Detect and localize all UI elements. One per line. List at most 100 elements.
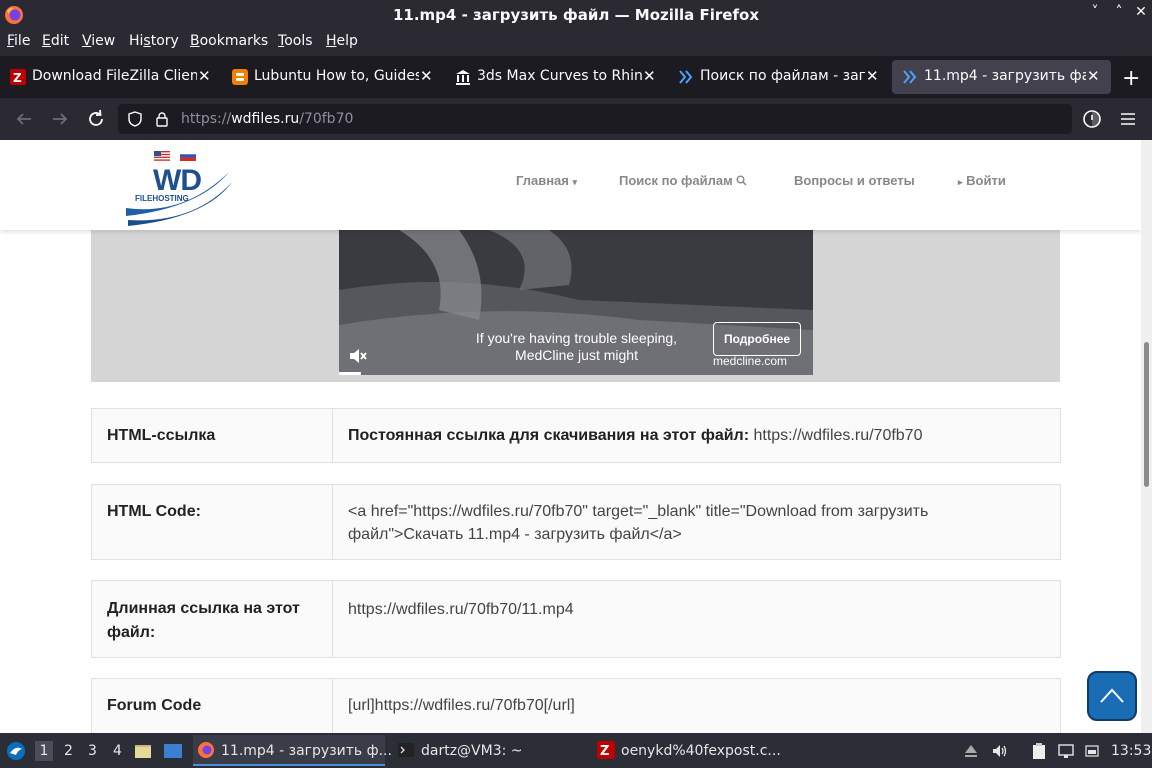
task-firefox[interactable]: 11.mp4 - загрузить ф... [193,735,392,766]
lock-icon[interactable] [154,111,170,127]
menu-edit[interactable]: Edit [42,33,69,49]
ad-caption: If you're having trouble sleeping, MedCl… [475,330,678,363]
new-tab-button[interactable]: + [1122,66,1140,91]
file-manager-icon[interactable] [134,742,152,760]
menu-view[interactable]: View [82,33,115,49]
show-desktop-icon[interactable] [163,742,183,760]
tab-label: Поиск по файлам - загр [700,68,865,84]
wdfiles-icon [679,70,693,84]
scroll-to-top-button[interactable] [1087,671,1137,721]
tracking-shield-icon[interactable] [127,111,143,127]
tab-3dsmax[interactable]: 3ds Max Curves to Rhino ✕ [445,60,667,94]
menubar: File Edit View History Bookmarks Tools H… [0,30,1152,56]
table-row: HTML-ссылка Постоянная ссылка для скачив… [91,408,1061,463]
blogger-icon [232,69,248,85]
tab-search-files[interactable]: Поиск по файлам - загр ✕ [668,60,890,94]
us-flag-icon[interactable] [154,151,170,161]
window-title: 11.mp4 - загрузить файл — Mozilla Firefo… [392,6,759,24]
caret-down-icon: ▾ [572,177,578,187]
row-value[interactable]: Постоянная ссылка для скачивания на этот… [348,424,1040,447]
hamburger-menu-icon[interactable] [1117,108,1139,130]
close-tab-icon[interactable]: ✕ [1087,67,1100,85]
desktop-3[interactable]: 3 [88,743,97,759]
close-tab-icon[interactable]: ✕ [198,67,211,85]
menu-file[interactable]: File [7,33,30,49]
lubuntu-start-icon[interactable] [6,741,26,761]
table-row: HTML Code: <a href="https://wdfiles.ru/7… [91,484,1061,560]
menu-history[interactable]: History [129,33,179,49]
close-tab-icon[interactable]: ✕ [643,67,656,85]
tab-label: 11.mp4 - загрузить фай [924,68,1086,84]
page-scrollbar[interactable] [1141,140,1152,733]
close-window-icon[interactable]: ✕ [1130,4,1152,20]
logo-swoosh [126,172,232,226]
close-tab-icon[interactable]: ✕ [420,67,433,85]
wdfiles-icon [903,70,917,84]
menu-tools[interactable]: Tools [278,33,313,49]
clipboard-icon[interactable] [1030,742,1048,760]
row-label: Forum Code [107,697,202,714]
ad-domain: medcline.com [713,354,788,368]
video-ad[interactable]: If you're having trouble sleeping, MedCl… [339,230,813,375]
nav-home[interactable]: Главная ▾ [516,173,577,188]
table-row: Длинная ссылка на этот файл: https://wdf… [91,580,1061,658]
row-value[interactable]: https://wdfiles.ru/70fb70/11.mp4 [348,598,1040,621]
tab-strip: Z Download FileZilla Client ✕ Lubuntu Ho… [0,56,1152,98]
muted-speaker-icon[interactable] [347,345,369,367]
tab-label: Lubuntu How to, Guides, [254,68,419,84]
maximize-icon[interactable]: ˄ [1108,4,1130,20]
row-value[interactable]: <a href="https://wdfiles.ru/70fb70" targ… [348,500,1040,546]
tab-filezilla[interactable]: Z Download FileZilla Client ✕ [0,60,222,94]
page-viewport: If you're having trouble sleeping, MedCl… [0,140,1141,733]
clock[interactable]: 13:53 [1111,743,1151,759]
forward-icon[interactable] [49,108,71,130]
task-terminal[interactable]: dartz@VM3: ~ [393,735,589,766]
back-icon[interactable] [13,108,35,130]
scrollbar-thumb[interactable] [1144,342,1149,487]
battery-icon[interactable] [1083,742,1101,760]
menu-help[interactable]: Help [326,33,358,49]
desktop-1[interactable]: 1 [35,741,53,761]
row-label: HTML-ссылка [107,427,216,444]
svg-text:Z: Z [600,744,609,759]
institution-icon [456,70,470,85]
tab-label: Download FileZilla Client [32,68,197,84]
row-label: HTML Code: [107,503,201,520]
network-icon[interactable] [1057,742,1075,760]
tab-label: 3ds Max Curves to Rhino [477,68,642,84]
chevron-up-icon [1100,688,1124,703]
eject-icon[interactable] [963,742,979,760]
taskbar: 1 2 3 4 11.mp4 - загрузить ф... dartz@VM… [0,733,1152,768]
ru-flag-icon[interactable] [180,151,196,161]
menu-bookmarks[interactable]: Bookmarks [190,33,268,49]
account-icon[interactable] [1081,108,1103,130]
nav-login[interactable]: ▸ Войти [958,173,1006,188]
caret-right-icon: ▸ [958,177,963,187]
close-tab-icon[interactable]: ✕ [866,67,879,85]
filezilla-icon: Z [597,741,615,759]
video-progress-bar[interactable] [339,372,361,375]
firefox-icon [198,742,214,758]
row-value[interactable]: [url]https://wdfiles.ru/70fb70[/url] [348,694,1040,717]
nav-faq[interactable]: Вопросы и ответы [794,173,915,188]
site-header: WD FILEHOSTING Главная ▾ Поиск по файлам… [0,140,1141,230]
volume-icon[interactable] [991,742,1009,760]
nav-search-files[interactable]: Поиск по файлам [619,173,747,188]
desktop-2[interactable]: 2 [64,743,73,759]
row-label: Длинная ссылка на этот файл: [107,600,300,641]
url-bar[interactable]: https://wdfiles.ru/70fb70 [118,104,1072,134]
table-row: Forum Code [url]https://wdfiles.ru/70fb7… [91,678,1061,733]
svg-text:Z: Z [13,71,22,85]
tab-current-file[interactable]: 11.mp4 - загрузить фай ✕ [892,60,1111,94]
ad-more-button[interactable]: Подробнее [713,322,801,356]
reload-icon[interactable] [85,108,107,130]
tab-lubuntu[interactable]: Lubuntu How to, Guides, ✕ [222,60,444,94]
url-text[interactable]: https://wdfiles.ru/70fb70 [181,111,353,127]
ad-container: If you're having trouble sleeping, MedCl… [91,230,1060,382]
task-filezilla[interactable]: Z oenykd%40fexpost.c... [593,735,789,766]
filezilla-icon: Z [10,69,26,85]
minimize-icon[interactable]: ˅ [1084,4,1106,20]
desktop-4[interactable]: 4 [113,743,122,759]
search-icon [736,175,747,186]
terminal-icon [398,743,414,757]
